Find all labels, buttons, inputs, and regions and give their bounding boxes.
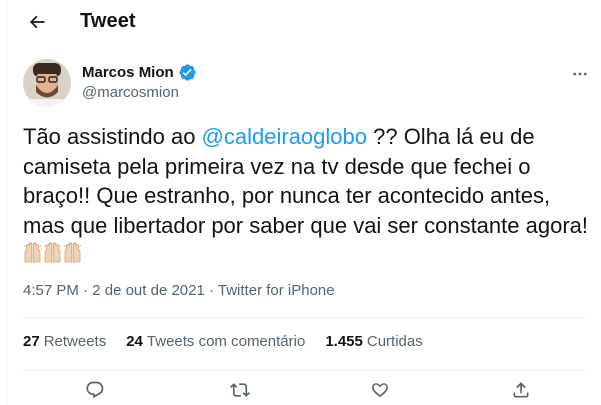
raising-hands-icon: [63, 242, 82, 263]
like-button[interactable]: [368, 378, 392, 402]
raising-hands-icon: [23, 242, 42, 263]
divider: [23, 370, 586, 371]
meta-separator: ·: [78, 282, 93, 299]
avatar-image: [23, 59, 71, 107]
retweets-stat[interactable]: 27 Retweets: [23, 333, 106, 350]
tweet-actions: [7, 374, 601, 405]
raising-hands-icon: [43, 242, 62, 263]
likes-label: Curtidas: [366, 333, 423, 350]
quote-tweets-count: 24: [126, 333, 143, 350]
back-arrow-icon: [29, 15, 45, 29]
avatar[interactable]: [23, 59, 71, 107]
tweet-detail-panel: Tweet Marcos Mion @marcosmion Tão assist…: [6, 0, 601, 405]
back-button[interactable]: [23, 8, 51, 36]
heart-icon: [372, 383, 388, 398]
tweet-text: Tão assistindo ao @caldeiraoglobo ?? Olh…: [23, 122, 593, 270]
tweet-date[interactable]: 2 de out de 2021: [92, 282, 205, 299]
share-icon: [513, 382, 529, 398]
retweet-button[interactable]: [228, 378, 252, 402]
likes-stat[interactable]: 1.455 Curtidas: [325, 333, 422, 350]
quote-tweets-stat[interactable]: 24 Tweets com comentário: [126, 333, 305, 350]
more-icon: [573, 72, 587, 76]
tweet-text-part: Tão assistindo ao: [23, 124, 202, 149]
likes-count: 1.455: [325, 333, 363, 350]
meta-separator: ·: [204, 282, 218, 299]
quote-tweets-label: Tweets com comentário: [146, 333, 306, 350]
tweet-source[interactable]: Twitter for iPhone: [218, 282, 335, 299]
retweets-label: Retweets: [43, 333, 107, 350]
verified-badge-icon: [178, 63, 197, 82]
author-handle[interactable]: @marcosmion: [82, 84, 179, 101]
tweet-stats: 27 Retweets 24 Tweets com comentário 1.455…: [23, 333, 423, 350]
page-title: Tweet: [80, 10, 136, 32]
retweets-count: 27: [23, 333, 40, 350]
mention-link[interactable]: @caldeiraoglobo: [202, 124, 367, 149]
author-name[interactable]: Marcos Mion: [82, 63, 197, 82]
more-options-button[interactable]: [570, 64, 590, 84]
author-name-text: Marcos Mion: [82, 64, 174, 81]
divider: [23, 317, 586, 318]
reply-button[interactable]: [83, 378, 107, 402]
reply-icon: [86, 381, 104, 399]
retweet-icon: [230, 383, 250, 397]
tweet-time[interactable]: 4:57 PM: [23, 282, 79, 299]
emoji-group: [23, 242, 83, 267]
tweet-meta: 4:57 PM · 2 de out de 2021 · Twitter for…: [23, 282, 335, 299]
share-button[interactable]: [509, 378, 533, 402]
page-header: Tweet: [7, 0, 601, 45]
